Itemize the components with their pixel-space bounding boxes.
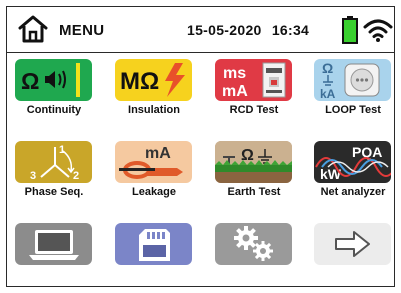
loop-test-tile[interactable]: Ω kA bbox=[314, 59, 391, 101]
svg-text:mA: mA bbox=[222, 83, 248, 100]
loop-socket-icon: Ω kA bbox=[320, 60, 380, 101]
net-analyzer-label: Net analyzer bbox=[320, 186, 386, 198]
date-time-display: 15-05-2020 16:34 bbox=[187, 22, 309, 38]
continuity-icon: Ω bbox=[21, 63, 80, 97]
phase-seq-tile[interactable]: 1 2 3 bbox=[15, 141, 92, 183]
leakage-label: Leakage bbox=[131, 186, 177, 198]
battery-icon bbox=[342, 16, 358, 44]
arrow-right-icon bbox=[335, 231, 370, 257]
laptop-icon bbox=[29, 230, 79, 260]
loop-test-label: LOOP Test bbox=[325, 104, 381, 116]
rcd-test-tile[interactable]: ms mA bbox=[215, 59, 292, 101]
rcd-breaker-icon: ms mA bbox=[222, 62, 286, 100]
insulation-label: Insulation bbox=[128, 104, 180, 116]
earth-ground-icon: Ω bbox=[215, 141, 292, 183]
earth-test-tile[interactable]: Ω bbox=[215, 141, 292, 183]
continuity-tile[interactable]: Ω bbox=[15, 59, 92, 101]
clamp-meter-icon: mA bbox=[119, 145, 183, 179]
svg-text:kW: kW bbox=[320, 166, 342, 182]
home-icon[interactable] bbox=[17, 14, 49, 44]
svg-text:1: 1 bbox=[59, 144, 65, 156]
date-text: 15-05-2020 bbox=[187, 22, 262, 38]
earth-test-label: Earth Test bbox=[227, 186, 281, 198]
leakage-tile[interactable]: mA bbox=[115, 141, 192, 183]
svg-text:3: 3 bbox=[30, 170, 36, 182]
menu-screen: MENU 15-05-2020 16:34 Ω Continuity MΩ In… bbox=[6, 6, 395, 287]
time-text: 16:34 bbox=[271, 22, 310, 38]
insulation-tile[interactable]: MΩ bbox=[115, 59, 192, 101]
wifi-icon bbox=[363, 19, 393, 42]
net-analyzer-tile[interactable]: PQA kW bbox=[314, 141, 391, 183]
rcd-test-label: RCD Test bbox=[229, 104, 279, 116]
continuity-label: Continuity bbox=[26, 104, 82, 116]
pc-connection-tile[interactable] bbox=[15, 223, 92, 265]
svg-text:Ω: Ω bbox=[322, 60, 333, 76]
power-quality-icon: PQA kW bbox=[315, 144, 391, 182]
svg-text:kA: kA bbox=[320, 87, 336, 101]
memory-tile[interactable] bbox=[115, 223, 192, 265]
gears-icon bbox=[234, 226, 273, 261]
phase-seq-label: Phase Seq. bbox=[24, 186, 84, 198]
svg-text:2: 2 bbox=[73, 170, 79, 182]
top-bar: MENU 15-05-2020 16:34 bbox=[7, 7, 394, 53]
settings-tile[interactable] bbox=[215, 223, 292, 265]
svg-text:Ω: Ω bbox=[21, 68, 39, 94]
megaohm-lightning-icon: MΩ bbox=[120, 63, 185, 97]
next-page-tile[interactable] bbox=[314, 223, 391, 265]
phase-rotation-icon: 1 2 3 bbox=[30, 144, 79, 182]
svg-text:ms: ms bbox=[223, 65, 246, 82]
page-title: MENU bbox=[59, 22, 105, 39]
memory-card-icon bbox=[139, 229, 170, 261]
svg-text:mA: mA bbox=[145, 145, 171, 162]
svg-text:MΩ: MΩ bbox=[120, 68, 159, 95]
